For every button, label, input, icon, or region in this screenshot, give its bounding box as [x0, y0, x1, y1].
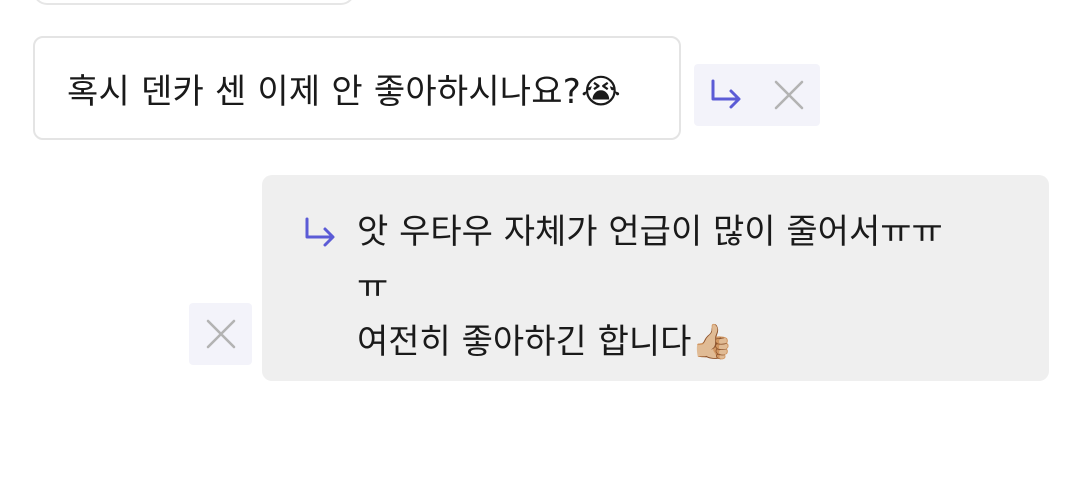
- incoming-message-text: 혹시 덴카 센 이제 안 좋아하시나요?😭: [67, 71, 621, 112]
- reply-arrow-icon: [305, 217, 335, 247]
- chat-view: 혹시 덴카 센 이제 안 좋아하시나요?😭 앗 우타우 자체가 언급이 많이 줄…: [0, 0, 1080, 477]
- reply-arrow-icon: [711, 79, 740, 109]
- reply-button[interactable]: [694, 64, 757, 126]
- reply-line: 앗 우타우 자체가 언급이 많이 줄어서ㅠㅠ: [357, 212, 943, 252]
- reply-message-bubble[interactable]: 앗 우타우 자체가 언급이 많이 줄어서ㅠㅠ ㅠ 여전히 좋아하긴 합니다👍🏼: [262, 175, 1049, 381]
- reply-message-actions[interactable]: [189, 303, 252, 365]
- incoming-message-actions: [694, 64, 820, 126]
- reply-line: 여전히 좋아하긴 합니다👍🏼: [357, 322, 734, 362]
- close-icon: [206, 319, 235, 349]
- close-icon: [774, 80, 803, 110]
- reply-message-text: 앗 우타우 자체가 언급이 많이 줄어서ㅠㅠ ㅠ 여전히 좋아하긴 합니다👍🏼: [357, 205, 943, 370]
- previous-message-bubble: [33, 0, 355, 5]
- incoming-message-bubble[interactable]: 혹시 덴카 센 이제 안 좋아하시나요?😭: [33, 36, 681, 140]
- close-button[interactable]: [757, 64, 820, 126]
- reply-line: ㅠ: [357, 267, 389, 307]
